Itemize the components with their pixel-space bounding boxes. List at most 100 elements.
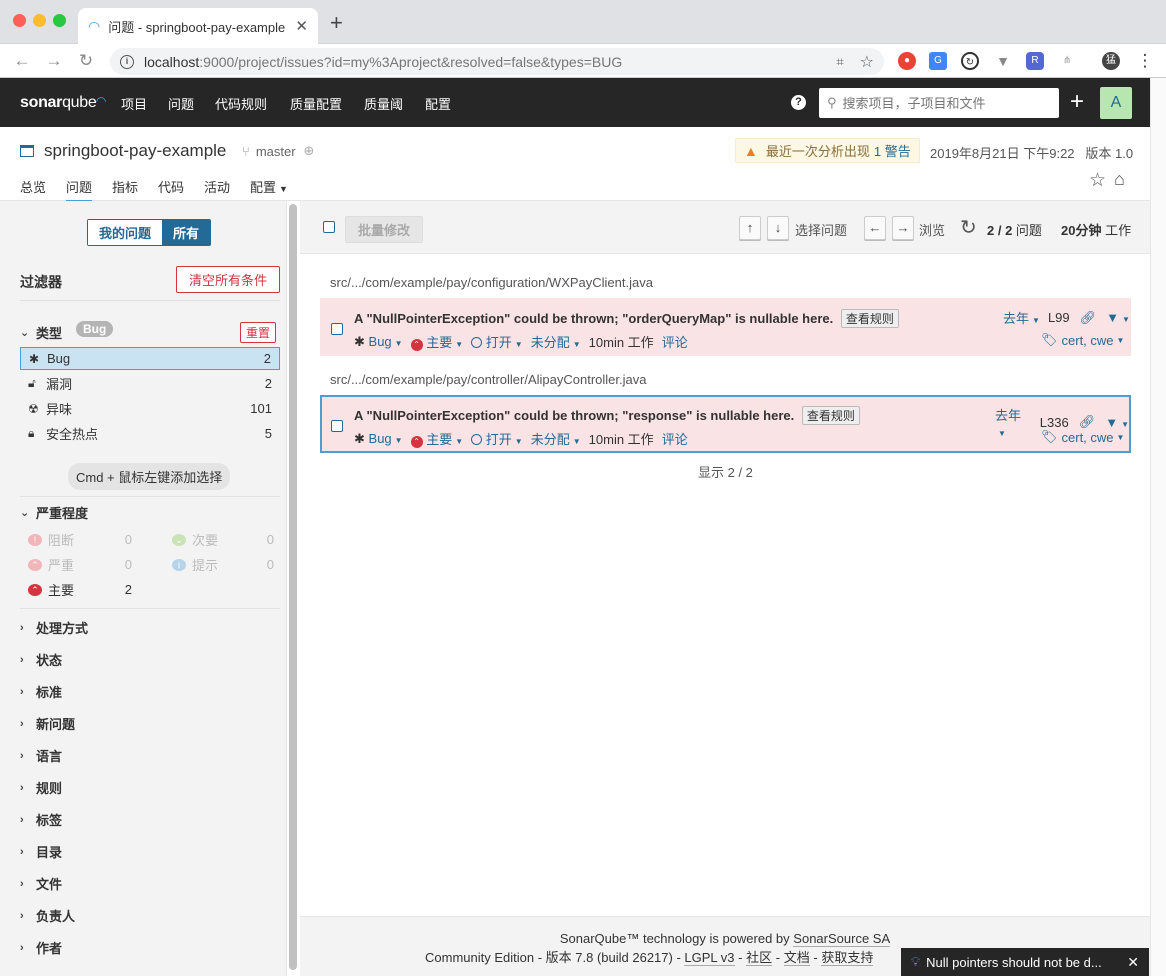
issue-file-path[interactable]: src/.../com/example/pay/controller/Alipa… xyxy=(330,372,646,387)
home-icon[interactable]: ⌂ xyxy=(1114,169,1125,190)
window-close-button[interactable] xyxy=(13,14,26,27)
permalink-icon[interactable]: 🔗︎ xyxy=(1079,414,1096,430)
facet-tag[interactable]: › 标签 xyxy=(20,810,62,829)
issue-card-selected[interactable]: A "NullPointerException" could be thrown… xyxy=(320,395,1131,453)
browser-tab[interactable]: ◠ 问题 - springboot-pay-example ✕ xyxy=(78,8,318,44)
issue-checkbox[interactable] xyxy=(331,323,343,335)
nav-projects[interactable]: 项目 xyxy=(121,94,147,113)
tab-activity[interactable]: 活动 xyxy=(204,177,230,196)
info-icon[interactable]: i xyxy=(120,54,134,69)
issue-severity-dropdown[interactable]: ⌃ 主要 ▼ xyxy=(410,332,463,351)
severity-blocker[interactable]: ! 阻断 0 xyxy=(28,530,132,549)
issue-card[interactable]: A "NullPointerException" could be thrown… xyxy=(320,298,1131,356)
my-issues-toggle[interactable]: 我的问题 xyxy=(88,220,163,245)
facet-author[interactable]: › 作者 xyxy=(20,938,62,957)
issue-assignee-dropdown[interactable]: 未分配 ▼ xyxy=(531,332,581,351)
select-all-checkbox[interactable] xyxy=(323,221,335,233)
profile-avatar[interactable]: 猛 xyxy=(1102,52,1120,70)
facet-assignee[interactable]: › 负责人 xyxy=(20,906,75,925)
tab-measures[interactable]: 指标 xyxy=(112,177,138,196)
issue-date-dropdown[interactable]: 去年▼ xyxy=(1003,308,1040,327)
all-issues-toggle[interactable]: 所有 xyxy=(162,220,211,245)
type-item-vulnerability[interactable]: 🔓︎ 漏洞 2 xyxy=(20,372,280,395)
type-item-code-smell[interactable]: ☢ 异味 101 xyxy=(20,397,280,420)
tab-code[interactable]: 代码 xyxy=(158,177,184,196)
sonarqube-logo[interactable]: sonarqube◠ xyxy=(20,94,106,112)
docs-link[interactable]: 文档 xyxy=(783,950,810,966)
facet-language[interactable]: › 语言 xyxy=(20,746,62,765)
window-minimize-button[interactable] xyxy=(33,14,46,27)
page-scrollbar[interactable] xyxy=(1150,78,1166,976)
facet-standards[interactable]: › 标准 xyxy=(20,682,62,701)
issue-message[interactable]: A "NullPointerException" could be thrown… xyxy=(354,311,833,326)
type-item-security-hotspot[interactable]: 🔒︎ 安全热点 5 xyxy=(20,422,280,445)
filter-icon[interactable]: ▼ ▼ xyxy=(1105,415,1129,430)
severity-major[interactable]: ⌃ 主要 2 xyxy=(28,580,132,599)
help-icon[interactable]: ? xyxy=(791,95,806,110)
type-item-bug[interactable]: ✱ Bug 2 xyxy=(20,347,280,370)
license-link[interactable]: LGPL v3 xyxy=(684,950,735,966)
clear-all-filters-button[interactable]: 清空所有条件 xyxy=(176,266,281,293)
nav-rules[interactable]: 代码规则 xyxy=(215,94,267,113)
issue-date-dropdown[interactable]: 去年▼ xyxy=(995,405,1032,439)
bulk-change-button[interactable]: 批量修改 xyxy=(345,216,424,243)
facet-rule[interactable]: › 规则 xyxy=(20,778,62,797)
favorite-star-icon[interactable]: ☆ xyxy=(1089,169,1106,192)
view-rule-button[interactable]: 查看规则 xyxy=(801,406,860,425)
issue-file-path[interactable]: src/.../com/example/pay/configuration/WX… xyxy=(330,275,653,290)
facet-status[interactable]: › 状态 xyxy=(20,650,62,669)
severity-minor[interactable]: ⌄ 次要 0 xyxy=(172,530,274,549)
severity-info[interactable]: i 提示 0 xyxy=(172,555,274,574)
r-extension-icon[interactable]: R xyxy=(1026,52,1044,70)
issue-severity-dropdown[interactable]: ⌃ 主要 ▼ xyxy=(410,429,463,448)
issue-message[interactable]: A "NullPointerException" could be thrown… xyxy=(354,408,794,423)
tab-administration[interactable]: 配置 ▼ xyxy=(250,177,288,196)
sync-extension-icon[interactable]: ↻ xyxy=(961,52,979,70)
branch-add-icon[interactable]: ⊕ xyxy=(304,143,315,159)
issue-type-dropdown[interactable]: ✱ Bug ▼ xyxy=(354,334,403,350)
issue-status-dropdown[interactable]: 打开 ▼ xyxy=(471,429,523,448)
back-icon[interactable]: ← xyxy=(11,50,33,72)
new-tab-button[interactable]: + xyxy=(330,12,343,34)
sidebar-scrollbar[interactable] xyxy=(289,204,297,970)
issue-tags-dropdown[interactable]: 🏷︎ cert, cwe ▼ xyxy=(1041,332,1124,348)
facet-file[interactable]: › 文件 xyxy=(20,874,62,893)
sonarsource-link[interactable]: SonarSource SA xyxy=(793,931,891,947)
facet-type-header[interactable]: ⌄ 类型 xyxy=(20,323,62,342)
branch-selector[interactable]: ⑂ master ⊕ xyxy=(242,143,314,159)
issue-checkbox[interactable] xyxy=(331,420,343,432)
browser-menu-icon[interactable]: ⋮ xyxy=(1134,50,1156,72)
issue-comment-link[interactable]: 评论 xyxy=(662,332,688,351)
google-translate-icon[interactable]: G xyxy=(929,52,947,70)
type-reset-button[interactable]: 重置 xyxy=(240,322,277,343)
support-link[interactable]: 获取支持 xyxy=(821,950,874,966)
reload-icon[interactable]: ↻ xyxy=(960,215,977,240)
rule-toast[interactable]: 💡︎ Null pointers should not be d... ✕ xyxy=(901,948,1149,976)
close-icon[interactable]: ✕ xyxy=(1127,954,1139,971)
issue-tags-dropdown[interactable]: 🏷︎ cert, cwe ▼ xyxy=(1041,429,1124,445)
facet-directory[interactable]: › 目录 xyxy=(20,842,62,861)
forward-icon[interactable]: → xyxy=(43,50,65,72)
issue-assignee-dropdown[interactable]: 未分配 ▼ xyxy=(531,429,581,448)
user-avatar[interactable]: A xyxy=(1100,87,1132,119)
project-title[interactable]: springboot-pay-example xyxy=(20,141,226,161)
bookmark-star-icon[interactable]: ☆ xyxy=(860,52,874,72)
permalink-icon[interactable]: 🔗︎ xyxy=(1080,310,1097,326)
community-link[interactable]: 社区 xyxy=(746,950,773,966)
tab-close-icon[interactable]: ✕ xyxy=(295,17,308,35)
search-input[interactable] xyxy=(842,95,1043,111)
extension-1-icon[interactable]: ● xyxy=(898,52,916,70)
translate-icon[interactable]: ⌗ xyxy=(836,54,843,70)
issue-comment-link[interactable]: 评论 xyxy=(662,429,688,448)
global-search[interactable]: ⚲ xyxy=(819,88,1059,118)
nav-quality-profiles[interactable]: 质量配置 xyxy=(290,94,342,113)
tab-issues[interactable]: 问题 xyxy=(66,177,93,203)
facet-severity-header[interactable]: ⌄ 严重程度 xyxy=(20,503,88,522)
facet-resolution[interactable]: › 处理方式 xyxy=(20,618,88,637)
nav-administration[interactable]: 配置 xyxy=(425,94,451,113)
warning-link[interactable]: 1 警告 xyxy=(874,141,911,160)
filter-icon[interactable]: ▼ ▼ xyxy=(1106,310,1130,325)
nav-issues[interactable]: 问题 xyxy=(168,94,194,113)
nav-quality-gates[interactable]: 质量阈 xyxy=(364,94,403,113)
severity-critical[interactable]: ⌃ 严重 0 xyxy=(28,555,132,574)
